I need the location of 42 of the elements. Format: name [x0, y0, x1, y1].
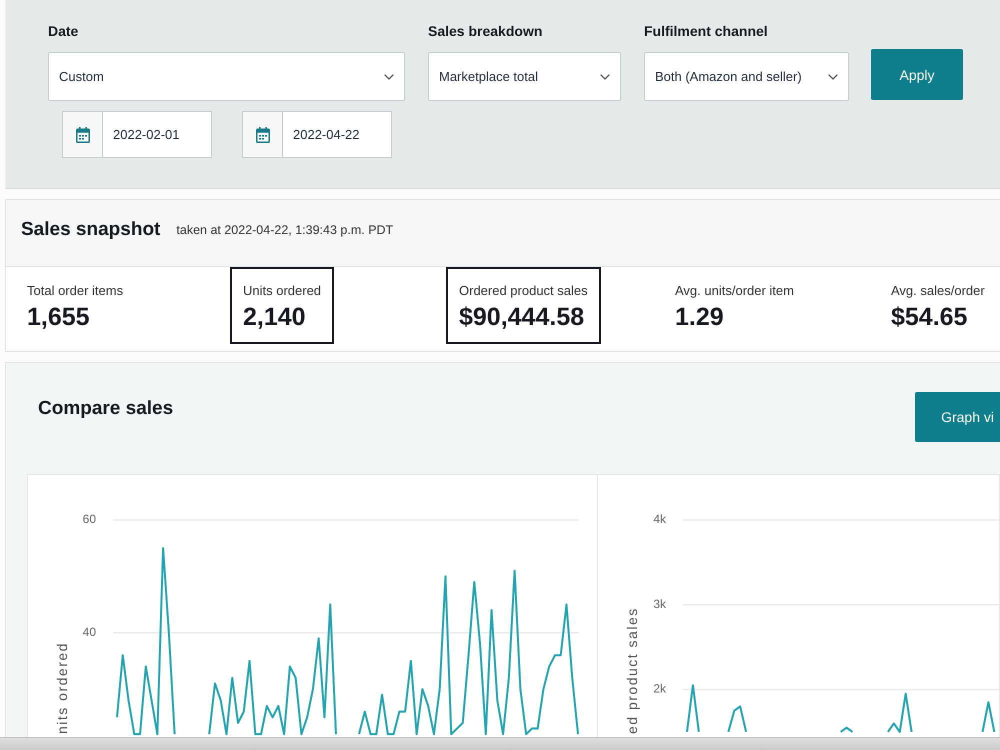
metric-tile[interactable]: Avg. sales/order $54.65 — [878, 267, 998, 344]
calendar-icon — [256, 126, 270, 142]
metric-tile[interactable]: Units ordered 2,140 — [230, 267, 334, 344]
metric-label: Avg. sales/order — [891, 282, 985, 299]
field-label: Date — [48, 22, 78, 40]
metric-value: 1.29 — [675, 302, 725, 332]
y-tick-label: 2k — [653, 682, 666, 696]
metric-tile[interactable]: Avg. units/order item 1.29 — [662, 267, 807, 344]
chevron-down-icon — [384, 74, 394, 80]
metric-value: 1,655 — [27, 302, 91, 332]
calendar-button[interactable] — [242, 111, 282, 158]
fulfilment-channel-dropdown[interactable]: Both (Amazon and seller) — [644, 52, 849, 101]
chevron-down-icon — [828, 74, 838, 80]
y-tick-label: 4k — [653, 512, 666, 526]
y-axis-label: nits ordered — [54, 642, 70, 734]
graph-view-button[interactable]: Graph vi — [915, 392, 1000, 442]
metric-tile[interactable]: Total order items 1,655 — [14, 267, 136, 344]
start-date-field[interactable]: 2022-02-01 — [102, 111, 212, 158]
y-axis-label: ed product sales — [624, 607, 640, 734]
calendar-icon — [76, 126, 90, 142]
field-label: Sales breakdown — [428, 22, 542, 40]
y-tick-label: 60 — [82, 512, 96, 526]
date-dropdown[interactable]: Custom — [48, 52, 405, 101]
sales-breakdown-dropdown[interactable]: Marketplace total — [428, 52, 621, 101]
y-tick-label: 40 — [82, 624, 96, 639]
metric-value: $90,444.58 — [459, 302, 586, 332]
metric-label: Total order items — [27, 282, 124, 299]
y-tick-label: 3k — [653, 596, 666, 611]
metric-value: 2,140 — [243, 302, 307, 332]
section-title: Compare sales — [38, 397, 174, 421]
metric-value: $54.65 — [891, 302, 968, 332]
metric-label: Units ordered — [243, 282, 322, 299]
metric-tile[interactable]: Ordered product sales $90,444.58 — [446, 267, 601, 344]
snapshot-timestamp: taken at 2022-04-22, 1:39:43 p.m. PDT — [176, 223, 394, 237]
metric-label: Avg. units/order item — [675, 282, 794, 299]
field-label: Fulfilment channel — [644, 22, 768, 40]
apply-button[interactable]: Apply — [871, 49, 963, 100]
metric-label: Ordered product sales — [459, 282, 588, 299]
end-date-field[interactable]: 2022-04-22 — [282, 111, 392, 158]
chevron-down-icon — [600, 74, 610, 80]
card-title: Sales snapshot — [21, 218, 160, 242]
calendar-button[interactable] — [62, 111, 102, 158]
